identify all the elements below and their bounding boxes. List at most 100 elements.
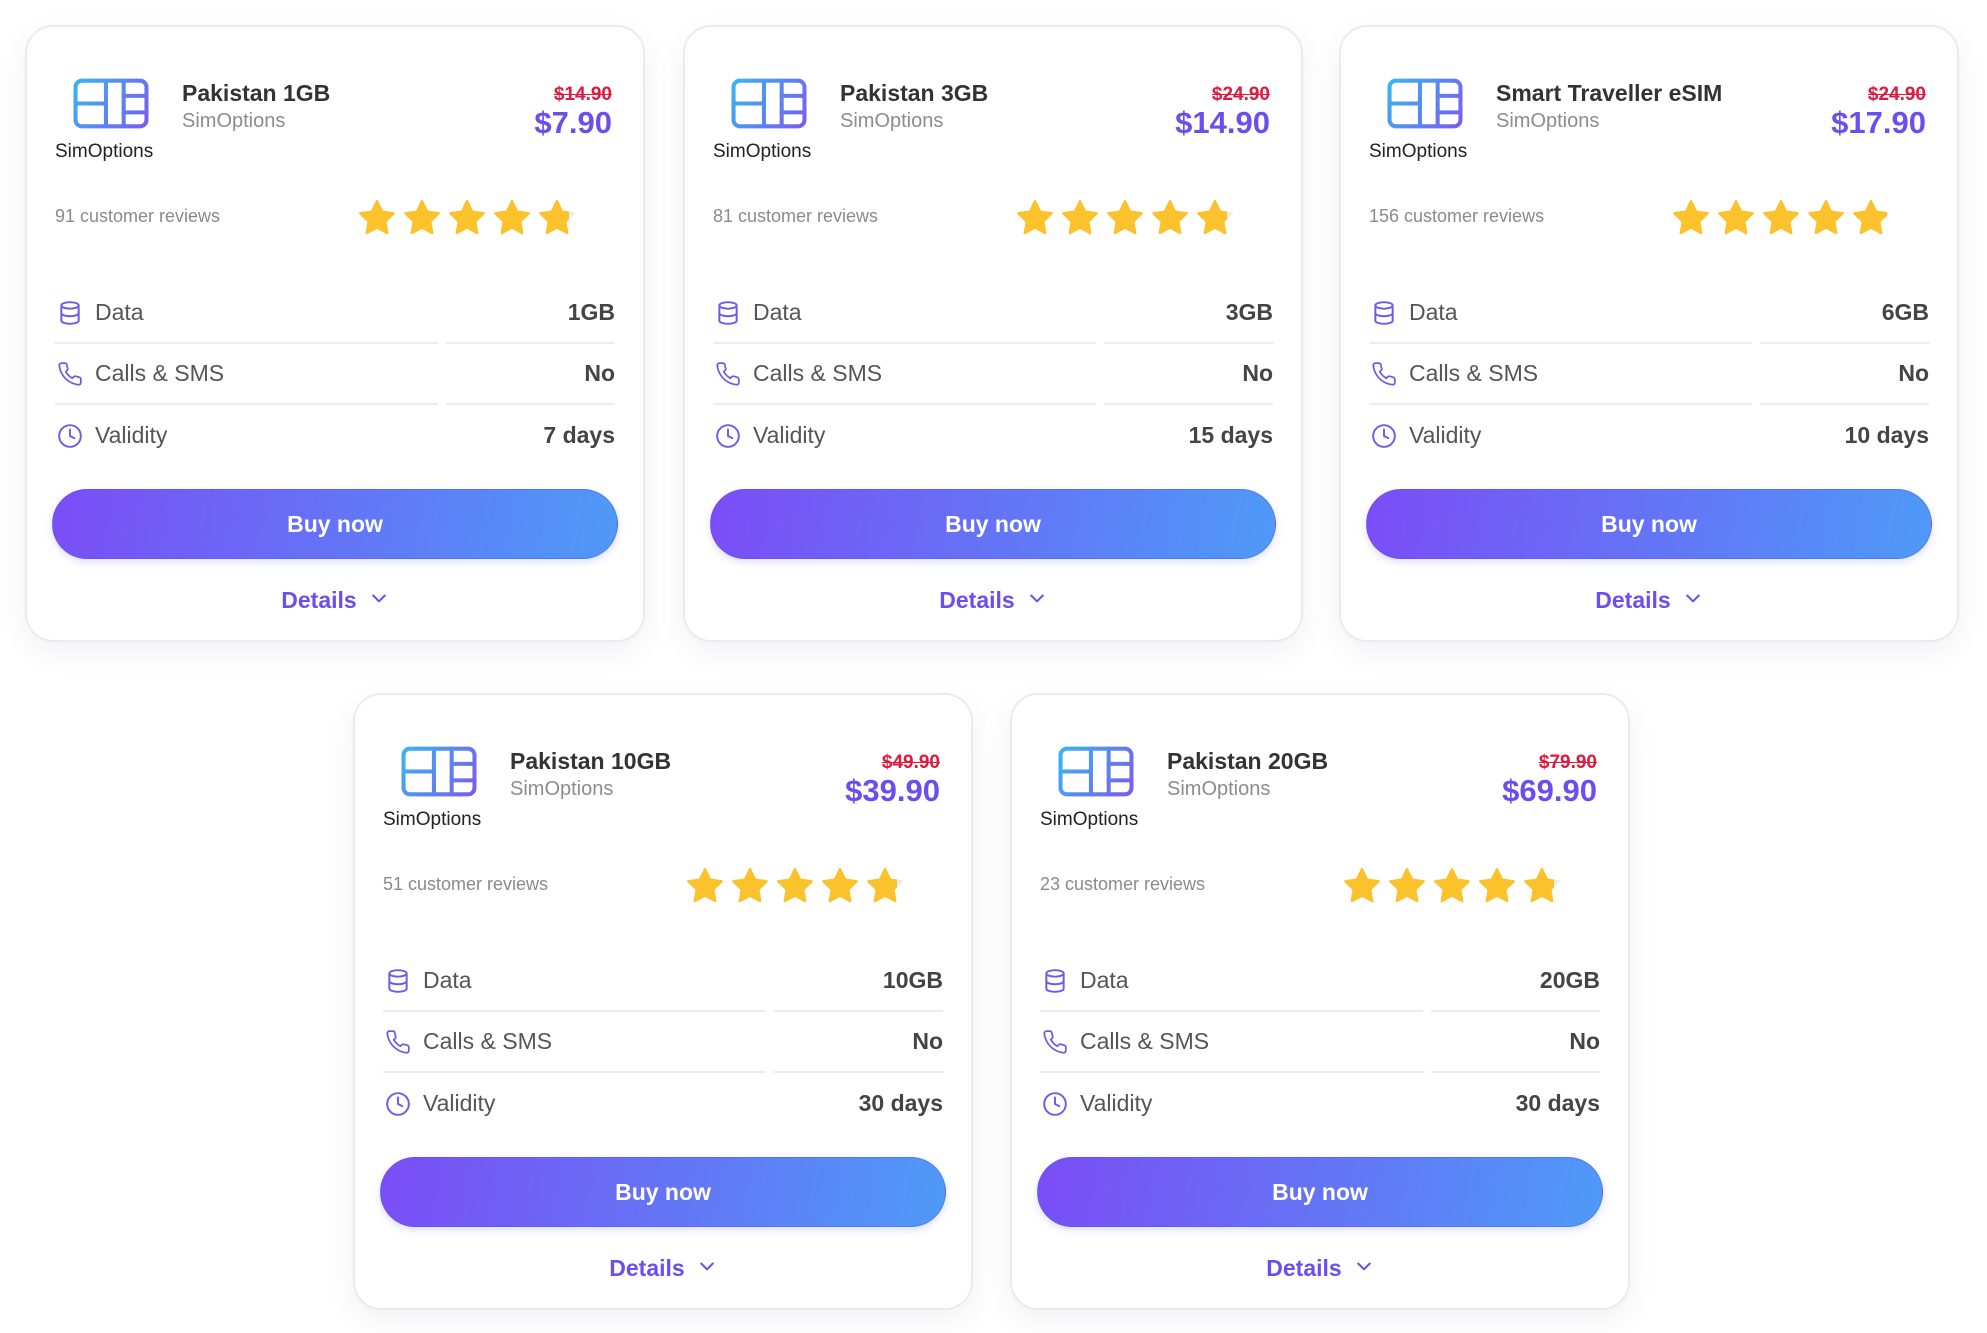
details-label: Details: [609, 1255, 685, 1281]
spec-data: Data: [55, 283, 438, 344]
chevron-down-icon: [1354, 1256, 1374, 1276]
provider-name: SimOptions: [182, 110, 286, 132]
spec-value: 30 days: [1515, 1090, 1600, 1116]
spec-table: Data 3GB Calls & SMS No Validity 15 days: [713, 283, 1273, 466]
details-label: Details: [939, 587, 1015, 613]
sim-card-icon: [401, 746, 477, 797]
star-icon: [1522, 866, 1562, 906]
product-card: SimOptions Pakistan 1GB SimOptions $14.9…: [25, 25, 645, 642]
original-price: $79.90: [1538, 752, 1597, 773]
provider-name: SimOptions: [1167, 778, 1271, 800]
spec-value: No: [774, 1012, 943, 1073]
clock-icon: [715, 423, 741, 449]
buy-now-button[interactable]: Buy now: [1037, 1157, 1603, 1227]
star-rating: [1015, 198, 1235, 238]
spec-label: Validity: [423, 1090, 496, 1116]
spec-label: Data: [95, 299, 144, 325]
provider-name: SimOptions: [510, 778, 614, 800]
spec-data: Data: [713, 283, 1096, 344]
spec-label: Calls & SMS: [1080, 1028, 1210, 1054]
review-count: 51 customer reviews: [383, 874, 549, 894]
brand-logo-text: SimOptions: [383, 809, 482, 830]
spec-value: 1GB: [446, 283, 615, 344]
buy-now-button[interactable]: Buy now: [1366, 489, 1932, 559]
phone-icon: [1042, 1029, 1068, 1055]
spec-value: 30 days: [858, 1090, 943, 1116]
star-icon: [1342, 866, 1382, 906]
star-icon: [1105, 198, 1145, 238]
spec-table: Data 1GB Calls & SMS No Validity 7 days: [55, 283, 615, 466]
spec-label: Validity: [1409, 422, 1482, 448]
star-icon: [1806, 198, 1846, 238]
sale-price: $17.90: [1831, 105, 1926, 140]
clock-icon: [385, 1091, 411, 1117]
spec-label: Validity: [753, 422, 826, 448]
star-icon: [402, 198, 442, 238]
spec-value: 10GB: [774, 951, 943, 1012]
database-icon: [385, 968, 411, 994]
spec-label: Data: [1409, 299, 1458, 325]
spec-calls-sms: Calls & SMS: [1040, 1012, 1423, 1073]
database-icon: [1371, 300, 1397, 326]
product-card: SimOptions Pakistan 3GB SimOptions $24.9…: [683, 25, 1303, 642]
star-icon: [1432, 866, 1472, 906]
product-title: Pakistan 20GB: [1167, 748, 1329, 774]
spec-calls-sms: Calls & SMS: [55, 344, 438, 405]
original-price: $14.90: [553, 84, 612, 105]
star-icon: [1015, 198, 1055, 238]
spec-data: Data: [1369, 283, 1752, 344]
sale-price: $39.90: [845, 773, 940, 808]
product-title: Pakistan 1GB: [182, 80, 331, 106]
sale-price: $69.90: [1502, 773, 1597, 808]
details-toggle[interactable]: Details: [685, 587, 1301, 614]
original-price: $24.90: [1867, 84, 1926, 105]
spec-calls-sms: Calls & SMS: [1369, 344, 1752, 405]
spec-label: Calls & SMS: [95, 360, 225, 386]
buy-now-button[interactable]: Buy now: [710, 489, 1276, 559]
spec-value: No: [1760, 344, 1929, 405]
spec-calls-sms: Calls & SMS: [713, 344, 1096, 405]
sim-card-icon: [1387, 78, 1463, 129]
star-icon: [1195, 198, 1235, 238]
details-label: Details: [281, 587, 357, 613]
review-count: 156 customer reviews: [1369, 206, 1545, 226]
buy-now-button[interactable]: Buy now: [52, 489, 618, 559]
star-rating: [357, 198, 577, 238]
product-grid: SimOptions Pakistan 1GB SimOptions $14.9…: [0, 0, 1987, 1333]
spec-validity: Validity: [1040, 1073, 1423, 1134]
details-toggle[interactable]: Details: [27, 587, 643, 614]
spec-data: Data: [383, 951, 766, 1012]
star-icon: [537, 198, 577, 238]
star-rating: [1342, 866, 1562, 906]
review-count: 81 customer reviews: [713, 206, 879, 226]
clock-icon: [1042, 1091, 1068, 1117]
chevron-down-icon: [1683, 588, 1703, 608]
star-icon: [492, 198, 532, 238]
details-label: Details: [1595, 587, 1671, 613]
spec-value: 20GB: [1431, 951, 1600, 1012]
buy-now-button[interactable]: Buy now: [380, 1157, 946, 1227]
star-icon: [775, 866, 815, 906]
spec-label: Data: [423, 967, 472, 993]
star-rating: [1671, 198, 1891, 238]
details-toggle[interactable]: Details: [355, 1255, 971, 1282]
details-toggle[interactable]: Details: [1012, 1255, 1628, 1282]
spec-validity: Validity: [383, 1073, 766, 1134]
star-icon: [1851, 198, 1891, 238]
star-icon: [1387, 866, 1427, 906]
phone-icon: [1371, 361, 1397, 387]
spec-value: 10 days: [1844, 422, 1929, 448]
spec-label: Data: [753, 299, 802, 325]
chevron-down-icon: [369, 588, 389, 608]
review-count: 91 customer reviews: [55, 206, 221, 226]
product-card: SimOptions Smart Traveller eSIM SimOptio…: [1339, 25, 1959, 642]
brand-logo-text: SimOptions: [1040, 809, 1139, 830]
product-card: SimOptions Pakistan 10GB SimOptions $49.…: [353, 693, 973, 1310]
database-icon: [715, 300, 741, 326]
database-icon: [57, 300, 83, 326]
database-icon: [1042, 968, 1068, 994]
spec-label: Calls & SMS: [753, 360, 883, 386]
star-icon: [1671, 198, 1711, 238]
star-icon: [357, 198, 397, 238]
details-toggle[interactable]: Details: [1341, 587, 1957, 614]
